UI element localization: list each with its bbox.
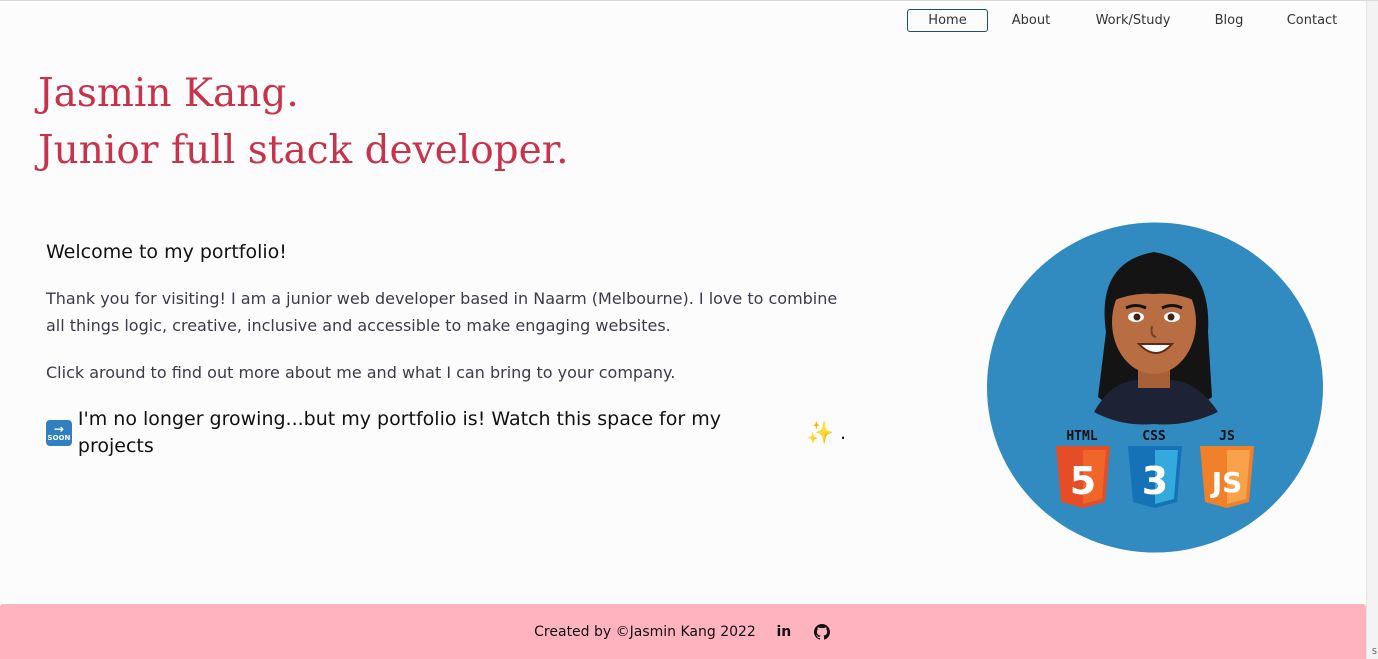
avatar-illustration: HTML CSS JS 5 3 JS [986,222,1324,553]
svg-text:5: 5 [1070,459,1096,503]
sparkles-icon: ✨ [806,420,834,446]
coming-soon-end: . [839,421,846,444]
soon-arrow-icon: → SOON [46,420,72,446]
coming-soon-text: I'm no longer growing...but my portfolio… [77,408,721,457]
avatar-circle: HTML CSS JS 5 3 JS [987,222,1323,553]
welcome-heading: Welcome to my portfolio! [46,241,287,263]
coming-soon-line: → SOON I'm no longer growing...but my po… [46,406,846,460]
css3-icon: 3 [1128,446,1182,508]
github-icon-glyph [813,624,830,640]
nav-about-link[interactable]: About [1001,9,1061,32]
html-badge-label: HTML [1066,429,1097,444]
html5-icon: 5 [1056,446,1110,508]
nav-blog-link[interactable]: Blog [1203,9,1255,32]
intro-paragraph: Thank you for visiting! I am a junior we… [46,289,838,335]
footer-credit: Created by ©Jasmin Kang 2022 [534,624,756,640]
soon-badge-text: SOON [47,434,71,442]
css-badge-label: CSS [1142,429,1166,444]
site-footer: Created by ©Jasmin Kang 2022 in [0,604,1366,659]
nav-contact-link[interactable]: Contact [1278,9,1346,32]
hero-role: Junior full stack developer. [38,128,569,173]
intro-section: Welcome to my portfolio! Thank you for v… [46,241,846,480]
nav-work-study-link[interactable]: Work/Study [1083,9,1183,32]
js-badge-label: JS [1219,429,1235,444]
hero-title: Jasmin Kang. Junior full stack developer… [38,65,568,179]
hero-name: Jasmin Kang. [38,71,299,116]
cta-paragraph: Click around to find out more about me a… [46,363,676,382]
scroll-corner: S [1371,647,1377,656]
svg-text:3: 3 [1142,459,1168,503]
nav-home-link[interactable]: Home [907,9,988,32]
js-icon: JS [1200,446,1254,508]
top-navigation: Home About Work/Study Blog Contact [0,9,1366,33]
scrollbar[interactable] [1366,1,1378,659]
svg-text:JS: JS [1210,466,1243,499]
github-icon[interactable] [812,622,832,642]
linkedin-icon[interactable]: in [774,622,794,642]
